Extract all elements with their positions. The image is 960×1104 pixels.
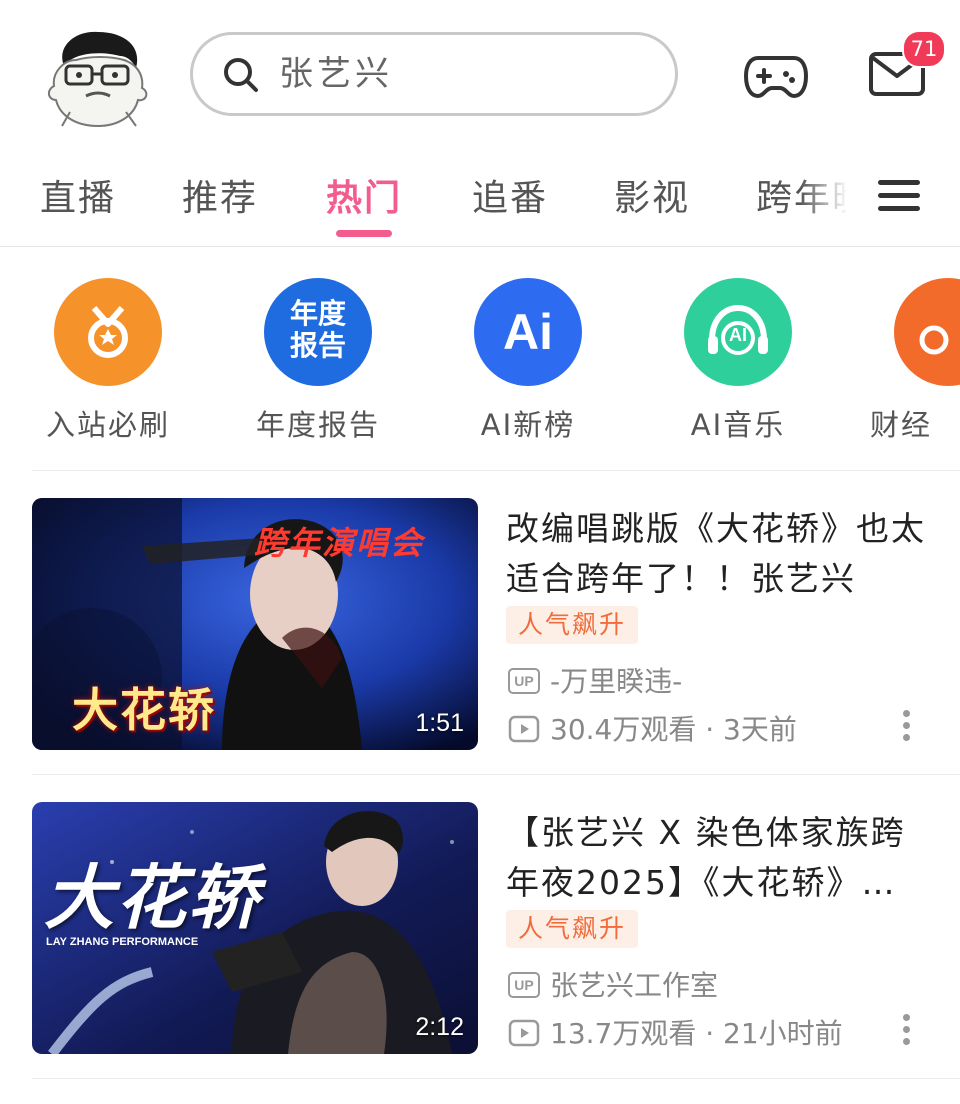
tab-live[interactable]: 直播 (40, 176, 116, 222)
shortcut-ai-ranking[interactable]: Ai AI新榜 (438, 278, 618, 448)
shortcut-icon-circle: AI (684, 278, 792, 386)
view-stats-row: 13.7万观看 · 21小时前 (508, 1014, 843, 1054)
shortcut-finance[interactable]: 财经 (858, 278, 960, 448)
video-thumbnail[interactable]: 大花轿 LAY ZHANG PERFORMANCE 2:12 (32, 802, 478, 1054)
shortcut-label: AI新榜 (480, 408, 576, 442)
uploader-name: -万里睽违- (550, 665, 683, 698)
more-options-icon[interactable] (900, 710, 912, 744)
trending-badge: 人气飙升 (506, 910, 639, 948)
section-divider (32, 470, 960, 471)
shortcut-icon-circle (894, 278, 960, 386)
tab-recommend[interactable]: 推荐 (182, 176, 258, 222)
menu-icon[interactable] (878, 180, 920, 220)
ai-music-icon-text: AI (729, 325, 747, 345)
shortcut-label: AI音乐 (690, 408, 786, 442)
avatar[interactable] (46, 26, 150, 130)
view-count: 13.7万观看 · 21小时前 (550, 1017, 843, 1050)
finance-icon (919, 325, 949, 355)
annual-report-icon: 年度 报告 (289, 297, 346, 362)
shortcut-icon-circle: Ai (474, 278, 582, 386)
shortcut-label: 入站必刷 (45, 408, 170, 442)
uploader-icon: UP (508, 668, 540, 694)
shortcut-ai-music[interactable]: AI AI音乐 (648, 278, 828, 448)
view-count: 30.4万观看 · 3天前 (550, 713, 797, 746)
thumbnail-caption-sub: LAY ZHANG PERFORMANCE (46, 936, 199, 948)
video-title[interactable]: 【张艺兴 X 染色体家族跨年夜2025】《大花轿》… (506, 808, 932, 908)
shortcut-label: 财经 (870, 408, 933, 442)
video-duration: 2:12 (415, 1013, 464, 1041)
shortcut-must-watch[interactable]: 入站必刷 (18, 278, 198, 448)
shortcut-label: 年度报告 (255, 408, 380, 442)
card-divider (32, 774, 960, 775)
search-text: 张艺兴 (279, 54, 393, 94)
uploader-row[interactable]: UP 张艺兴工作室 (508, 966, 718, 1006)
video-card[interactable]: 跨年演唱会 大花轿 1:51 改编唱跳版《大花轿》也太适合跨年了！！张艺兴 人气… (0, 498, 960, 758)
video-duration: 1:51 (415, 709, 464, 737)
uploader-row[interactable]: UP -万里睽违- (508, 662, 682, 702)
thumbnail-caption-top: 跨年演唱会 (254, 524, 425, 562)
uploader-icon: UP (508, 972, 540, 998)
message-count-badge: 71 (902, 30, 946, 68)
tab-fade (800, 160, 860, 244)
view-stats-row: 30.4万观看 · 3天前 (508, 710, 797, 750)
video-title[interactable]: 改编唱跳版《大花轿》也太适合跨年了！！张艺兴 (506, 504, 932, 604)
uploader-name: 张艺兴工作室 (550, 969, 719, 1002)
category-tabs: 直播 推荐 热门 追番 影视 跨年晚会 (0, 160, 960, 247)
trending-badge: 人气飙升 (506, 606, 639, 644)
shortcut-annual-report[interactable]: 年度 报告 年度报告 (228, 278, 408, 448)
game-controller-icon[interactable] (744, 50, 808, 102)
tab-anime[interactable]: 追番 (472, 176, 548, 222)
medal-icon (88, 306, 128, 358)
thumbnail-caption-main: 大花轿 (44, 857, 260, 939)
tab-movies[interactable]: 影视 (614, 176, 690, 222)
more-options-icon[interactable] (900, 1014, 912, 1048)
shortcut-icon-circle: 年度 报告 (264, 278, 372, 386)
active-tab-indicator (336, 230, 392, 237)
card-divider (32, 1078, 960, 1079)
tab-hot[interactable]: 热门 (326, 176, 402, 222)
video-thumbnail[interactable]: 跨年演唱会 大花轿 1:51 (32, 498, 478, 750)
play-count-icon (508, 1019, 540, 1047)
video-card[interactable]: 大花轿 LAY ZHANG PERFORMANCE 2:12 【张艺兴 X 染色… (0, 802, 960, 1062)
shortcut-icon-circle (54, 278, 162, 386)
search-input[interactable]: 张艺兴 (190, 32, 678, 116)
play-count-icon (508, 715, 540, 743)
search-icon (224, 58, 258, 92)
top-bar: 张艺兴 71 (0, 0, 960, 150)
ai-ranking-icon: Ai (503, 304, 553, 360)
thumbnail-caption-main: 大花轿 (72, 683, 216, 737)
